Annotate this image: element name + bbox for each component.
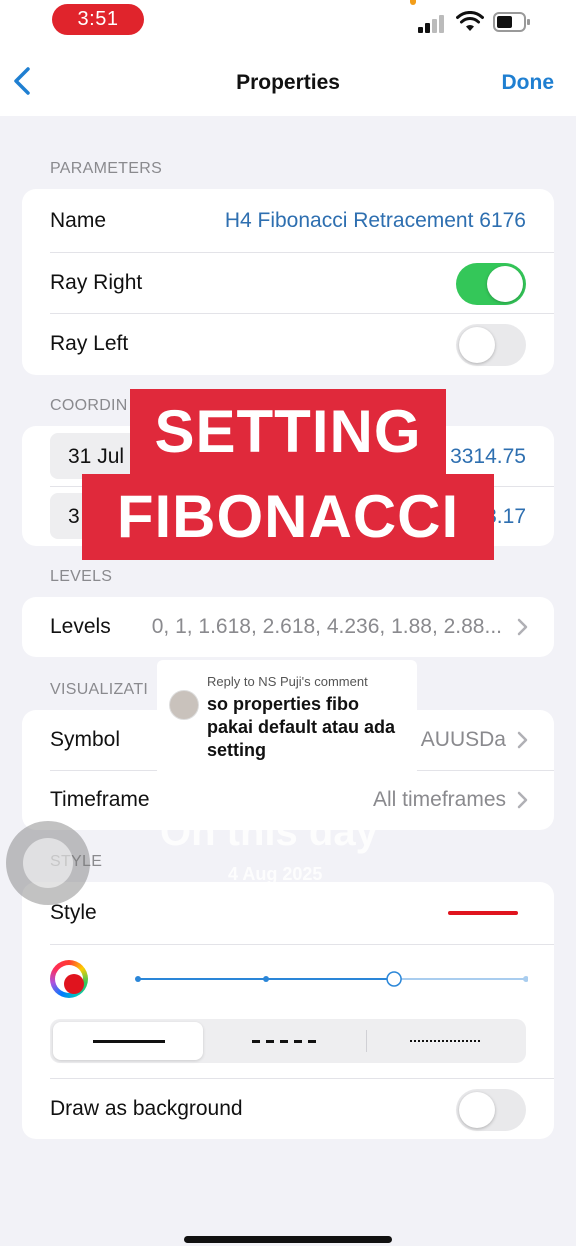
line-style-dotted[interactable] [368, 1022, 522, 1060]
segment-separator [366, 1030, 367, 1052]
status-bar: 3:51 [0, 0, 576, 44]
dotted-line-icon [410, 1040, 482, 1042]
chevron-right-icon [517, 731, 528, 749]
comment-text: so properties fibo pakai default atau ad… [207, 694, 396, 760]
parameters-card: Name H4 Fibonacci Retracement 6176 Ray R… [22, 189, 554, 375]
style-label: Style [50, 901, 97, 924]
commenter-avatar [169, 690, 199, 720]
line-style-segmented-control [50, 1019, 526, 1063]
comment-reply-meta: Reply to NS Puji's comment [207, 674, 368, 689]
levels-label: Levels [50, 615, 111, 638]
ray-left-label: Ray Left [50, 332, 129, 355]
slider-tick-1 [263, 976, 270, 982]
solid-line-icon [93, 1040, 165, 1043]
symbol-value: AUUSDa [420, 728, 506, 751]
line-style-dashed[interactable] [210, 1022, 364, 1060]
memory-overlay-title: On this day [160, 810, 378, 854]
navigation-bar: Properties Done [0, 44, 576, 116]
wifi-icon [456, 11, 484, 31]
style-card: Style Draw as background [22, 882, 554, 1139]
dashed-line-icon [252, 1040, 316, 1043]
selected-color-dot [64, 974, 84, 994]
levels-header: LEVELS [50, 568, 113, 585]
ray-right-toggle[interactable] [456, 263, 526, 305]
style-row[interactable]: Style [22, 883, 554, 943]
name-row[interactable]: Name H4 Fibonacci Retracement 6176 [22, 191, 554, 251]
slider-knob [386, 971, 402, 987]
draw-background-label: Draw as background [50, 1097, 243, 1120]
ray-left-row: Ray Left [22, 314, 554, 374]
parameters-header: PARAMETERS [50, 160, 163, 177]
home-indicator[interactable] [184, 1236, 392, 1243]
line-color-swatch [448, 911, 518, 915]
toggle-knob [459, 327, 495, 363]
toggle-knob [459, 1092, 495, 1128]
cellular-signal-icon [418, 13, 448, 33]
draw-background-toggle[interactable] [456, 1089, 526, 1131]
ray-right-row: Ray Right [22, 253, 554, 313]
levels-card: Levels 0, 1, 1.618, 2.618, 4.236, 1.88, … [22, 597, 554, 657]
title-banner-line1: SETTING [130, 389, 446, 475]
draw-background-row: Draw as background [22, 1079, 554, 1139]
divider [50, 944, 554, 945]
line-width-slider[interactable] [108, 966, 528, 992]
reply-comment-bubble[interactable]: Reply to NS Puji's comment so properties… [157, 660, 417, 776]
color-picker-icon[interactable] [50, 960, 88, 998]
timeframe-value: All timeframes [372, 788, 506, 811]
page-title: Properties [236, 71, 340, 94]
chevron-right-icon [517, 791, 528, 809]
mic-indicator [410, 0, 416, 5]
chevron-right-icon [517, 618, 528, 636]
assistive-touch-inner [23, 838, 73, 888]
timeframe-label: Timeframe [50, 788, 150, 811]
symbol-label: Symbol [50, 728, 121, 751]
done-button[interactable]: Done [502, 71, 555, 95]
name-label: Name [50, 209, 107, 232]
slider-tick-2 [523, 976, 528, 982]
toggle-knob [487, 266, 523, 302]
battery-icon [493, 12, 530, 32]
status-time: 3:51 [52, 4, 144, 35]
color-picker-ring [55, 965, 84, 994]
coordinates-header: COORDIN [50, 397, 128, 414]
line-style-solid[interactable] [53, 1022, 203, 1060]
name-value[interactable]: H4 Fibonacci Retracement 6176 [225, 209, 526, 233]
ray-right-label: Ray Right [50, 271, 143, 294]
slider-tick-0 [135, 976, 141, 982]
assistive-touch-button[interactable] [6, 821, 90, 905]
levels-value: 0, 1, 1.618, 2.618, 4.236, 1.88, 2.88... [151, 615, 502, 638]
title-banner-line2: FIBONACCI [82, 474, 494, 560]
levels-row[interactable]: Levels 0, 1, 1.618, 2.618, 4.236, 1.88, … [22, 597, 554, 657]
ray-left-toggle[interactable] [456, 324, 526, 366]
point1-price[interactable]: 3314.75 [450, 445, 526, 469]
visualization-header: VISUALIZATI [50, 681, 149, 698]
